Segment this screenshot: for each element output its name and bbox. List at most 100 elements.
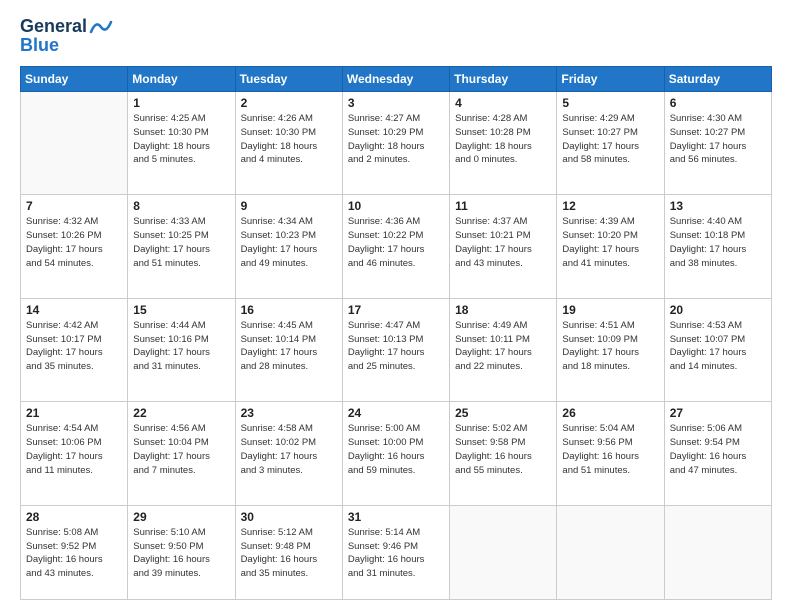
- calendar-cell: 18Sunrise: 4:49 AMSunset: 10:11 PMDaylig…: [450, 298, 557, 401]
- day-info: Sunrise: 4:54 AMSunset: 10:06 PMDaylight…: [26, 422, 122, 477]
- calendar-cell: 31 Sunrise: 5:14 AMSunset: 9:46 PMDayligh…: [342, 505, 449, 599]
- day-info: Sunrise: 5:02 AMSunset: 9:58 PMDaylight:…: [455, 422, 551, 477]
- day-number: 25: [455, 406, 551, 420]
- day-info: Sunrise: 4:37 AMSunset: 10:21 PMDaylight…: [455, 215, 551, 270]
- calendar-week-row: 1 Sunrise: 4:25 AMSunset: 10:30 PMDayligh…: [21, 92, 772, 195]
- day-number: 20: [670, 303, 766, 317]
- day-number: 8: [133, 199, 229, 213]
- day-info: Sunrise: 4:32 AMSunset: 10:26 PMDaylight…: [26, 215, 122, 270]
- day-info: Sunrise: 4:29 AMSunset: 10:27 PMDaylight…: [562, 112, 658, 167]
- calendar-cell: 17 Sunrise: 4:47 AMSunset: 10:13 PMDaylig…: [342, 298, 449, 401]
- day-info: Sunrise: 5:00 AMSunset: 10:00 PMDaylight…: [348, 422, 444, 477]
- day-number: 10: [348, 199, 444, 213]
- day-number: 17: [348, 303, 444, 317]
- calendar-cell: 19 Sunrise: 4:51 AMSunset: 10:09 PMDaylig…: [557, 298, 664, 401]
- calendar-header-monday: Monday: [128, 67, 235, 92]
- day-number: 14: [26, 303, 122, 317]
- day-info: Sunrise: 4:26 AMSunset: 10:30 PMDaylight…: [241, 112, 337, 167]
- day-info: Sunrise: 4:27 AMSunset: 10:29 PMDaylight…: [348, 112, 444, 167]
- logo: General Blue: [20, 16, 113, 56]
- day-info: Sunrise: 5:12 AMSunset: 9:48 PMDaylight:…: [241, 526, 337, 581]
- calendar-header-saturday: Saturday: [664, 67, 771, 92]
- day-number: 29: [133, 510, 229, 524]
- day-info: Sunrise: 4:49 AMSunset: 10:11 PMDaylight…: [455, 319, 551, 374]
- day-number: 16: [241, 303, 337, 317]
- day-info: Sunrise: 5:04 AMSunset: 9:56 PMDaylight:…: [562, 422, 658, 477]
- calendar-cell: 30 Sunrise: 5:12 AMSunset: 9:48 PMDayligh…: [235, 505, 342, 599]
- day-info: Sunrise: 4:36 AMSunset: 10:22 PMDaylight…: [348, 215, 444, 270]
- day-number: 24: [348, 406, 444, 420]
- calendar-cell: 24 Sunrise: 5:00 AMSunset: 10:00 PMDaylig…: [342, 402, 449, 505]
- day-number: 1: [133, 96, 229, 110]
- day-number: 3: [348, 96, 444, 110]
- day-info: Sunrise: 4:33 AMSunset: 10:25 PMDaylight…: [133, 215, 229, 270]
- calendar-cell: 9 Sunrise: 4:34 AMSunset: 10:23 PMDayligh…: [235, 195, 342, 298]
- day-number: 21: [26, 406, 122, 420]
- day-number: 4: [455, 96, 551, 110]
- calendar-cell: 21 Sunrise: 4:54 AMSunset: 10:06 PMDaylig…: [21, 402, 128, 505]
- day-info: Sunrise: 4:34 AMSunset: 10:23 PMDaylight…: [241, 215, 337, 270]
- calendar-cell: 16Sunrise: 4:45 AMSunset: 10:14 PMDaylig…: [235, 298, 342, 401]
- logo-wave-icon: [89, 18, 113, 36]
- day-info: Sunrise: 4:39 AMSunset: 10:20 PMDaylight…: [562, 215, 658, 270]
- day-info: Sunrise: 5:10 AMSunset: 9:50 PMDaylight:…: [133, 526, 229, 581]
- calendar-cell: 11Sunrise: 4:37 AMSunset: 10:21 PMDaylig…: [450, 195, 557, 298]
- day-info: Sunrise: 4:58 AMSunset: 10:02 PMDaylight…: [241, 422, 337, 477]
- day-info: Sunrise: 4:42 AMSunset: 10:17 PMDaylight…: [26, 319, 122, 374]
- day-info: Sunrise: 4:40 AMSunset: 10:18 PMDaylight…: [670, 215, 766, 270]
- day-info: Sunrise: 5:08 AMSunset: 9:52 PMDaylight:…: [26, 526, 122, 581]
- calendar-week-row: 21 Sunrise: 4:54 AMSunset: 10:06 PMDaylig…: [21, 402, 772, 505]
- calendar-cell: 23 Sunrise: 4:58 AMSunset: 10:02 PMDaylig…: [235, 402, 342, 505]
- day-info: Sunrise: 4:25 AMSunset: 10:30 PMDaylight…: [133, 112, 229, 167]
- day-number: 2: [241, 96, 337, 110]
- calendar-cell: 3 Sunrise: 4:27 AMSunset: 10:29 PMDayligh…: [342, 92, 449, 195]
- calendar-cell: 12 Sunrise: 4:39 AMSunset: 10:20 PMDaylig…: [557, 195, 664, 298]
- day-number: 5: [562, 96, 658, 110]
- day-info: Sunrise: 4:44 AMSunset: 10:16 PMDaylight…: [133, 319, 229, 374]
- calendar-cell: 15 Sunrise: 4:44 AMSunset: 10:16 PMDaylig…: [128, 298, 235, 401]
- day-number: 19: [562, 303, 658, 317]
- calendar-cell: 14 Sunrise: 4:42 AMSunset: 10:17 PMDaylig…: [21, 298, 128, 401]
- calendar-header-sunday: Sunday: [21, 67, 128, 92]
- calendar-cell: 22Sunrise: 4:56 AMSunset: 10:04 PMDaylig…: [128, 402, 235, 505]
- day-number: 22: [133, 406, 229, 420]
- calendar-cell: 2 Sunrise: 4:26 AMSunset: 10:30 PMDayligh…: [235, 92, 342, 195]
- day-number: 30: [241, 510, 337, 524]
- day-number: 6: [670, 96, 766, 110]
- day-number: 13: [670, 199, 766, 213]
- day-number: 12: [562, 199, 658, 213]
- day-number: 28: [26, 510, 122, 524]
- day-number: 9: [241, 199, 337, 213]
- calendar-cell: 8 Sunrise: 4:33 AMSunset: 10:25 PMDayligh…: [128, 195, 235, 298]
- calendar-cell: 13 Sunrise: 4:40 AMSunset: 10:18 PMDaylig…: [664, 195, 771, 298]
- day-info: Sunrise: 4:28 AMSunset: 10:28 PMDaylight…: [455, 112, 551, 167]
- calendar-week-row: 28 Sunrise: 5:08 AMSunset: 9:52 PMDayligh…: [21, 505, 772, 599]
- day-info: Sunrise: 4:53 AMSunset: 10:07 PMDaylight…: [670, 319, 766, 374]
- day-number: 27: [670, 406, 766, 420]
- calendar-cell: 1 Sunrise: 4:25 AMSunset: 10:30 PMDayligh…: [128, 92, 235, 195]
- day-info: Sunrise: 4:47 AMSunset: 10:13 PMDaylight…: [348, 319, 444, 374]
- day-number: 31: [348, 510, 444, 524]
- calendar-header-wednesday: Wednesday: [342, 67, 449, 92]
- calendar-cell: 29 Sunrise: 5:10 AMSunset: 9:50 PMDayligh…: [128, 505, 235, 599]
- day-number: 23: [241, 406, 337, 420]
- calendar-week-row: 14 Sunrise: 4:42 AMSunset: 10:17 PMDaylig…: [21, 298, 772, 401]
- calendar-cell: [21, 92, 128, 195]
- calendar-cell: 7Sunrise: 4:32 AMSunset: 10:26 PMDayligh…: [21, 195, 128, 298]
- day-info: Sunrise: 5:14 AMSunset: 9:46 PMDaylight:…: [348, 526, 444, 581]
- day-info: Sunrise: 4:30 AMSunset: 10:27 PMDaylight…: [670, 112, 766, 167]
- logo-blue: Blue: [20, 35, 59, 56]
- calendar-cell: 25 Sunrise: 5:02 AMSunset: 9:58 PMDayligh…: [450, 402, 557, 505]
- calendar-cell: 20 Sunrise: 4:53 AMSunset: 10:07 PMDaylig…: [664, 298, 771, 401]
- calendar-header-friday: Friday: [557, 67, 664, 92]
- day-info: Sunrise: 4:51 AMSunset: 10:09 PMDaylight…: [562, 319, 658, 374]
- calendar-header-tuesday: Tuesday: [235, 67, 342, 92]
- calendar-cell: 4 Sunrise: 4:28 AMSunset: 10:28 PMDayligh…: [450, 92, 557, 195]
- day-number: 15: [133, 303, 229, 317]
- calendar-cell: 5 Sunrise: 4:29 AMSunset: 10:27 PMDayligh…: [557, 92, 664, 195]
- calendar-cell: 10 Sunrise: 4:36 AMSunset: 10:22 PMDaylig…: [342, 195, 449, 298]
- day-number: 26: [562, 406, 658, 420]
- header: General Blue: [20, 16, 772, 56]
- calendar-cell: [450, 505, 557, 599]
- logo-general: General: [20, 16, 87, 37]
